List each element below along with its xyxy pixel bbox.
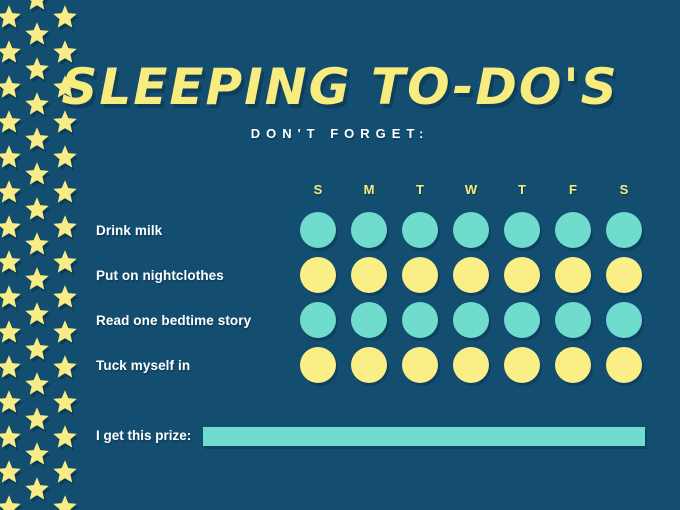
checkbox-dot-drink-milk-wed[interactable] (453, 212, 489, 248)
star-icon (0, 4, 22, 30)
star-icon (0, 494, 22, 510)
star-icon (52, 459, 78, 485)
star-icon (0, 179, 22, 205)
star-icon (24, 161, 50, 187)
star-icon (24, 406, 50, 432)
chore-chart: S M T W T F S Drink milk Put on nightclothes Rea… (96, 182, 648, 400)
checkbox-dot-tuck-myself-in-tue[interactable] (402, 347, 438, 383)
day-header-wed: W (464, 182, 478, 197)
star-icon (24, 441, 50, 467)
checkbox-dot-nightclothes-fri[interactable] (555, 257, 591, 293)
checkbox-dot-tuck-myself-in-sat[interactable] (606, 347, 642, 383)
star-icon (0, 389, 22, 415)
checkbox-dot-drink-milk-tue[interactable] (402, 212, 438, 248)
task-row-bedtime-story: Read one bedtime story (96, 302, 648, 346)
checkbox-dot-bedtime-story-sat[interactable] (606, 302, 642, 338)
checkbox-dot-tuck-myself-in-thu[interactable] (504, 347, 540, 383)
day-header-tue: T (416, 182, 424, 197)
star-icon (52, 284, 78, 310)
star-icon (52, 319, 78, 345)
star-icon (52, 424, 78, 450)
task-row-drink-milk: Drink milk (96, 212, 648, 256)
checkbox-dot-nightclothes-tue[interactable] (402, 257, 438, 293)
star-icon (0, 214, 22, 240)
prize-input-bar[interactable] (203, 427, 645, 446)
checkbox-dot-bedtime-story-tue[interactable] (402, 302, 438, 338)
checkbox-dot-nightclothes-sat[interactable] (606, 257, 642, 293)
star-icon (52, 249, 78, 275)
day-header-sat: S (619, 182, 629, 197)
task-label-tuck-myself-in: Tuck myself in (96, 358, 191, 373)
checkbox-dot-nightclothes-sun[interactable] (300, 257, 336, 293)
checkbox-dot-nightclothes-wed[interactable] (453, 257, 489, 293)
star-icon (52, 4, 78, 30)
day-header-fri: F (569, 182, 577, 197)
star-icon (24, 196, 50, 222)
star-icon (0, 284, 22, 310)
star-icon (24, 371, 50, 397)
checkbox-dot-drink-milk-thu[interactable] (504, 212, 540, 248)
star-icon (52, 179, 78, 205)
checkbox-dot-nightclothes-mon[interactable] (351, 257, 387, 293)
star-icon (52, 214, 78, 240)
task-row-tuck-myself-in: Tuck myself in (96, 347, 648, 391)
star-icon (52, 389, 78, 415)
star-icon (0, 424, 22, 450)
star-icon (0, 354, 22, 380)
star-icon (52, 494, 78, 510)
checkbox-dot-bedtime-story-mon[interactable] (351, 302, 387, 338)
star-icon (24, 301, 50, 327)
star-icon (52, 354, 78, 380)
task-label-drink-milk: Drink milk (96, 223, 163, 238)
star-icon (0, 144, 22, 170)
checkbox-dot-tuck-myself-in-fri[interactable] (555, 347, 591, 383)
sleeping-todo-poster: SLEEPING TO-DO'S DON'T FORGET: S M T W T F S D… (0, 0, 680, 510)
day-header-row: SMTWTFS (96, 182, 648, 204)
checkbox-dot-drink-milk-sun[interactable] (300, 212, 336, 248)
checkbox-dot-tuck-myself-in-mon[interactable] (351, 347, 387, 383)
star-icon (0, 249, 22, 275)
page-title: SLEEPING TO-DO'S (61, 58, 619, 116)
checkbox-dot-tuck-myself-in-wed[interactable] (453, 347, 489, 383)
page-subtitle: DON'T FORGET: (250, 126, 430, 141)
task-row-nightclothes: Put on nightclothes (96, 257, 648, 301)
day-header-sun: S (313, 182, 323, 197)
checkbox-dot-bedtime-story-thu[interactable] (504, 302, 540, 338)
star-icon (24, 476, 50, 502)
star-icon (24, 336, 50, 362)
day-header-mon: M (363, 182, 375, 197)
checkbox-dot-drink-milk-fri[interactable] (555, 212, 591, 248)
star-icon (24, 266, 50, 292)
day-header-thu: T (518, 182, 526, 197)
prize-row: I get this prize: (96, 424, 648, 450)
star-icon (52, 144, 78, 170)
star-icon (24, 231, 50, 257)
checkbox-dot-bedtime-story-fri[interactable] (555, 302, 591, 338)
checkbox-dot-bedtime-story-wed[interactable] (453, 302, 489, 338)
checkbox-dot-bedtime-story-sun[interactable] (300, 302, 336, 338)
prize-label: I get this prize: (96, 428, 192, 443)
star-icon (0, 319, 22, 345)
star-icon (24, 21, 50, 47)
task-label-nightclothes: Put on nightclothes (96, 268, 224, 283)
star-icon (0, 459, 22, 485)
checkbox-dot-drink-milk-sat[interactable] (606, 212, 642, 248)
checkbox-dot-nightclothes-thu[interactable] (504, 257, 540, 293)
checkbox-dot-tuck-myself-in-sun[interactable] (300, 347, 336, 383)
task-label-bedtime-story: Read one bedtime story (96, 313, 252, 328)
checkbox-dot-drink-milk-mon[interactable] (351, 212, 387, 248)
star-icon (24, 0, 50, 12)
